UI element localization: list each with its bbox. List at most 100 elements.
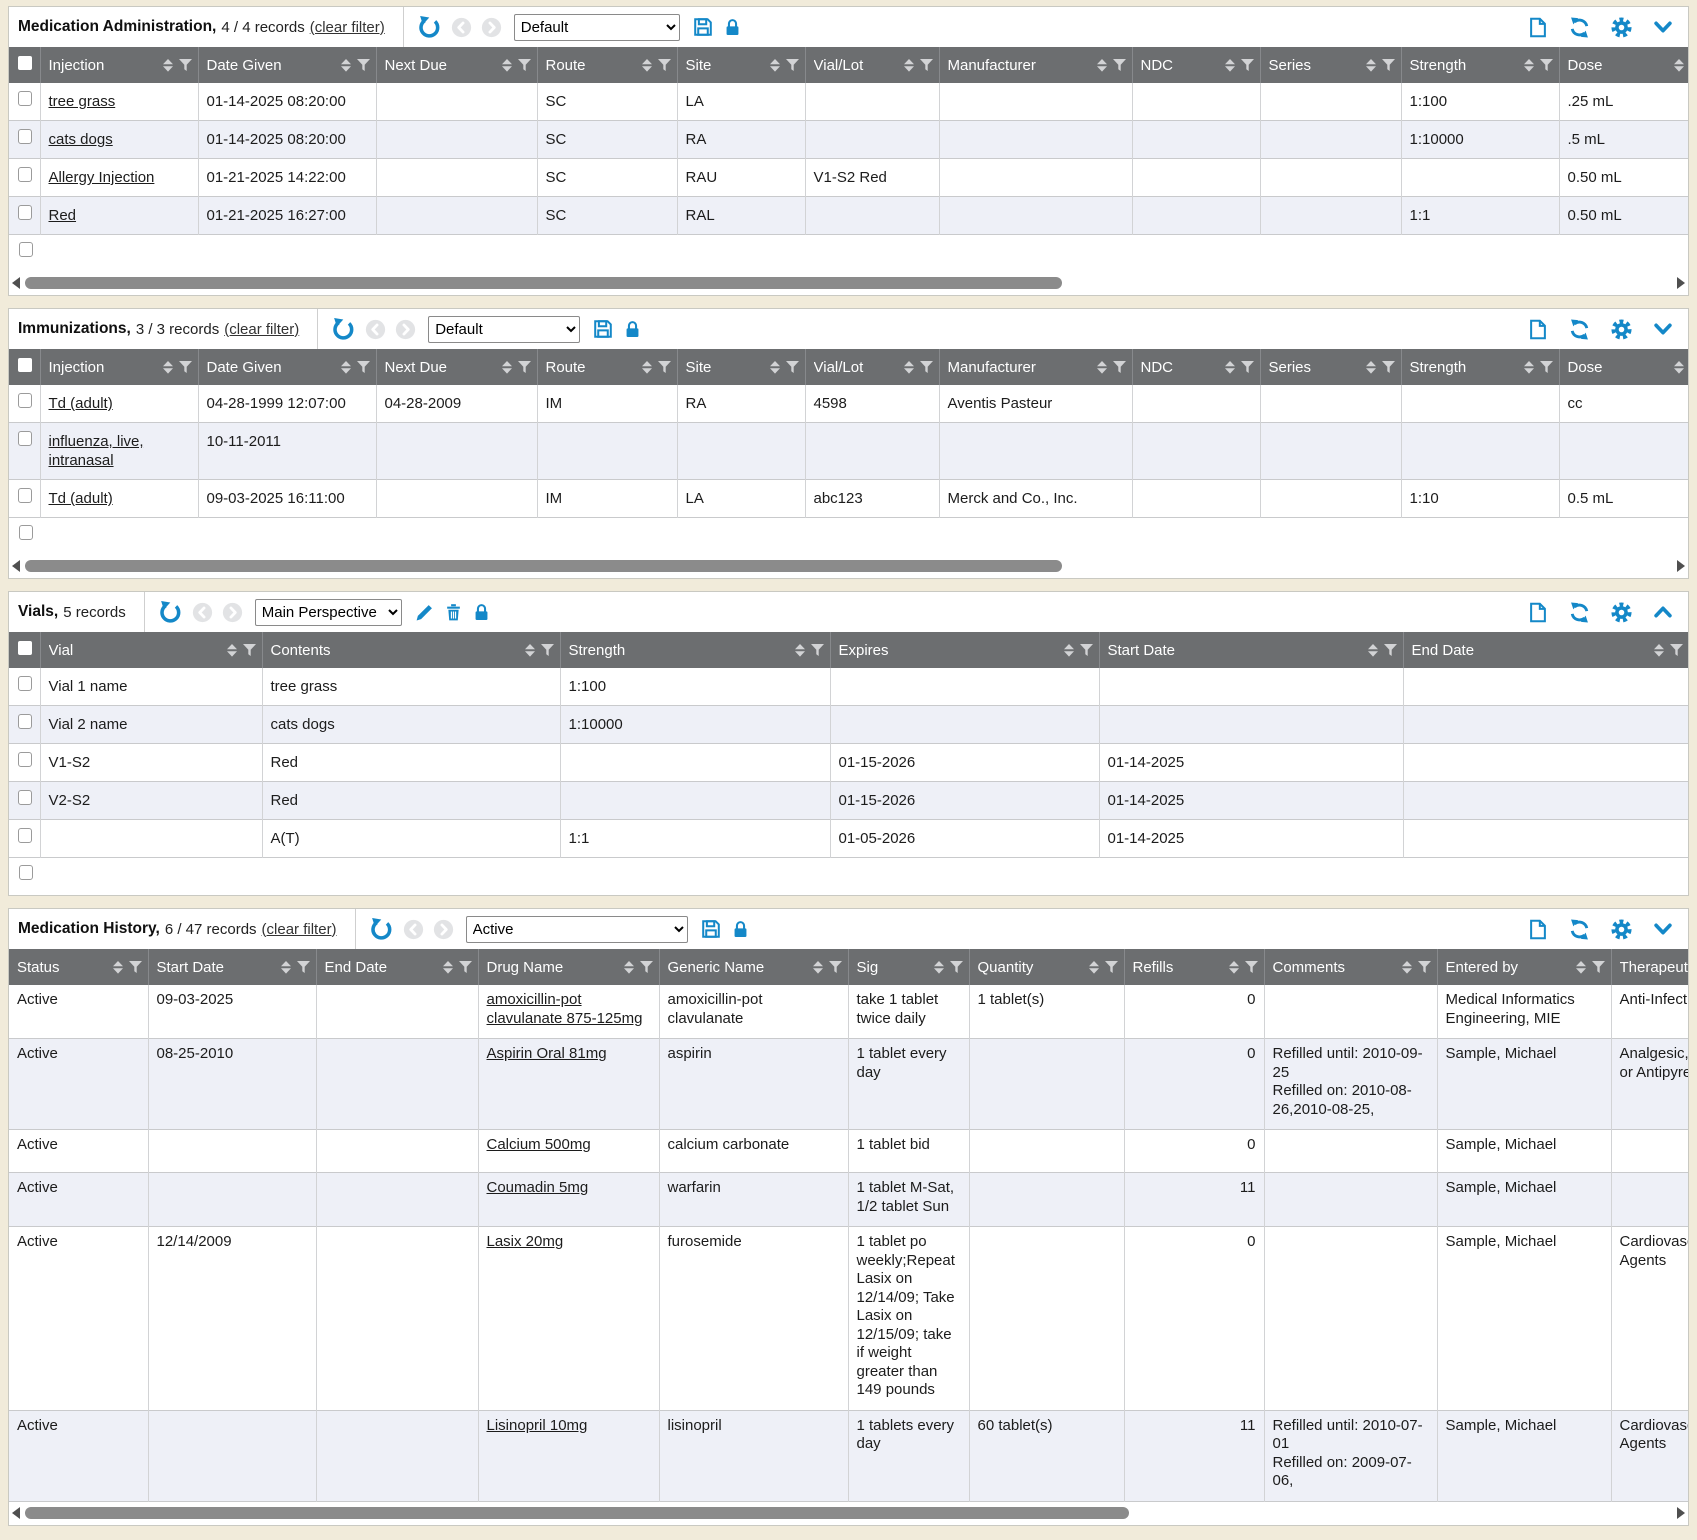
- column-header-expires[interactable]: Expires: [830, 632, 1099, 668]
- select-all-checkbox[interactable]: [18, 641, 32, 655]
- column-header-manufacturer[interactable]: Manufacturer: [939, 47, 1132, 83]
- filter-icon[interactable]: [640, 961, 653, 973]
- sort-icon[interactable]: [770, 59, 780, 72]
- column-header-series[interactable]: Series: [1260, 349, 1401, 385]
- new-document-icon[interactable]: [1527, 16, 1549, 39]
- sort-icon[interactable]: [1064, 644, 1074, 657]
- sort-icon[interactable]: [1225, 59, 1235, 72]
- prev-icon[interactable]: [365, 319, 386, 340]
- sort-icon[interactable]: [934, 961, 944, 974]
- clear-filter-link[interactable]: (clear filter): [310, 19, 385, 36]
- save-icon[interactable]: [692, 16, 714, 38]
- column-header-contents[interactable]: Contents: [262, 632, 560, 668]
- sort-icon[interactable]: [1576, 961, 1586, 974]
- column-header-dose[interactable]: Dose: [1559, 47, 1688, 83]
- sort-icon[interactable]: [1524, 361, 1534, 374]
- sort-icon[interactable]: [1402, 961, 1412, 974]
- next-icon[interactable]: [481, 17, 502, 38]
- filter-icon[interactable]: [179, 361, 192, 373]
- sort-icon[interactable]: [1368, 644, 1378, 657]
- save-icon[interactable]: [700, 918, 722, 940]
- sort-icon[interactable]: [795, 644, 805, 657]
- sort-icon[interactable]: [502, 59, 512, 72]
- column-header-route[interactable]: Route: [537, 349, 677, 385]
- row-checkbox[interactable]: [18, 129, 32, 144]
- sort-icon[interactable]: [1229, 961, 1239, 974]
- row-checkbox[interactable]: [18, 828, 32, 843]
- sort-icon[interactable]: [624, 961, 634, 974]
- injection-link[interactable]: influenza, live, intranasal: [49, 433, 144, 469]
- filter-icon[interactable]: [1592, 961, 1605, 973]
- column-header-site[interactable]: Site: [677, 47, 805, 83]
- drug-name-link[interactable]: Coumadin 5mg: [487, 1179, 589, 1196]
- new-document-icon[interactable]: [1527, 318, 1549, 341]
- sort-icon[interactable]: [227, 644, 237, 657]
- scroll-left-arrow[interactable]: [12, 1507, 20, 1519]
- collapse-down-icon[interactable]: [1652, 318, 1674, 340]
- sort-icon[interactable]: [1674, 59, 1684, 72]
- drug-name-link[interactable]: Aspirin Oral 81mg: [487, 1045, 607, 1062]
- filter-icon[interactable]: [1540, 361, 1553, 373]
- column-header-vial-lot[interactable]: Vial/Lot: [805, 349, 939, 385]
- column-header-start-date[interactable]: Start Date: [1099, 632, 1403, 668]
- filter-icon[interactable]: [829, 961, 842, 973]
- sort-icon[interactable]: [525, 644, 535, 657]
- column-header-series[interactable]: Series: [1260, 47, 1401, 83]
- sort-icon[interactable]: [1654, 644, 1664, 657]
- lock-icon[interactable]: [623, 319, 642, 340]
- column-header-end-date[interactable]: End Date: [316, 949, 478, 985]
- perspective-select[interactable]: Default: [428, 316, 580, 343]
- column-header-strength[interactable]: Strength: [1401, 47, 1559, 83]
- injection-link[interactable]: Allergy Injection: [49, 169, 155, 186]
- edit-icon[interactable]: [414, 602, 435, 623]
- injection-link[interactable]: Red: [49, 207, 77, 224]
- scrollbar-thumb[interactable]: [25, 560, 1062, 572]
- filter-icon[interactable]: [1382, 361, 1395, 373]
- collapse-down-icon[interactable]: [1652, 16, 1674, 38]
- row-checkbox[interactable]: [18, 167, 32, 182]
- sort-icon[interactable]: [341, 59, 351, 72]
- injection-link[interactable]: Td (adult): [49, 490, 113, 507]
- settings-icon[interactable]: [1610, 601, 1633, 624]
- injection-link[interactable]: cats dogs: [49, 131, 113, 148]
- filter-icon[interactable]: [243, 644, 256, 656]
- next-icon[interactable]: [433, 919, 454, 940]
- new-document-icon[interactable]: [1527, 601, 1549, 624]
- filter-icon[interactable]: [920, 59, 933, 71]
- save-icon[interactable]: [592, 318, 614, 340]
- filter-icon[interactable]: [1540, 59, 1553, 71]
- perspective-select[interactable]: Active: [466, 916, 688, 943]
- column-header-drug-name[interactable]: Drug Name: [478, 949, 659, 985]
- sort-icon[interactable]: [813, 961, 823, 974]
- sort-icon[interactable]: [1524, 59, 1534, 72]
- sort-icon[interactable]: [341, 361, 351, 374]
- settings-icon[interactable]: [1610, 918, 1633, 941]
- filter-icon[interactable]: [920, 361, 933, 373]
- sort-icon[interactable]: [1097, 361, 1107, 374]
- injection-link[interactable]: Td (adult): [49, 395, 113, 412]
- undo-icon[interactable]: [158, 600, 183, 625]
- column-header-manufacturer[interactable]: Manufacturer: [939, 349, 1132, 385]
- column-header-comments[interactable]: Comments: [1264, 949, 1437, 985]
- filter-icon[interactable]: [1113, 361, 1126, 373]
- filter-icon[interactable]: [1382, 59, 1395, 71]
- filter-icon[interactable]: [1418, 961, 1431, 973]
- column-header-therapeutic[interactable]: Therapeutic: [1611, 949, 1688, 985]
- sort-icon[interactable]: [281, 961, 291, 974]
- column-header-strength[interactable]: Strength: [560, 632, 830, 668]
- filter-icon[interactable]: [459, 961, 472, 973]
- sort-icon[interactable]: [904, 59, 914, 72]
- column-header-end-date[interactable]: End Date: [1403, 632, 1688, 668]
- drug-name-link[interactable]: Lisinopril 10mg: [487, 1417, 588, 1434]
- sort-icon[interactable]: [163, 59, 173, 72]
- column-header-start-date[interactable]: Start Date: [148, 949, 316, 985]
- filter-icon[interactable]: [518, 59, 531, 71]
- column-header-injection[interactable]: Injection: [40, 349, 198, 385]
- filter-icon[interactable]: [541, 644, 554, 656]
- column-header-sig[interactable]: Sig: [848, 949, 969, 985]
- sort-icon[interactable]: [163, 361, 173, 374]
- scroll-left-arrow[interactable]: [12, 277, 20, 289]
- settings-icon[interactable]: [1610, 318, 1633, 341]
- column-header-status[interactable]: Status: [9, 949, 148, 985]
- new-record-checkbox[interactable]: [19, 242, 33, 257]
